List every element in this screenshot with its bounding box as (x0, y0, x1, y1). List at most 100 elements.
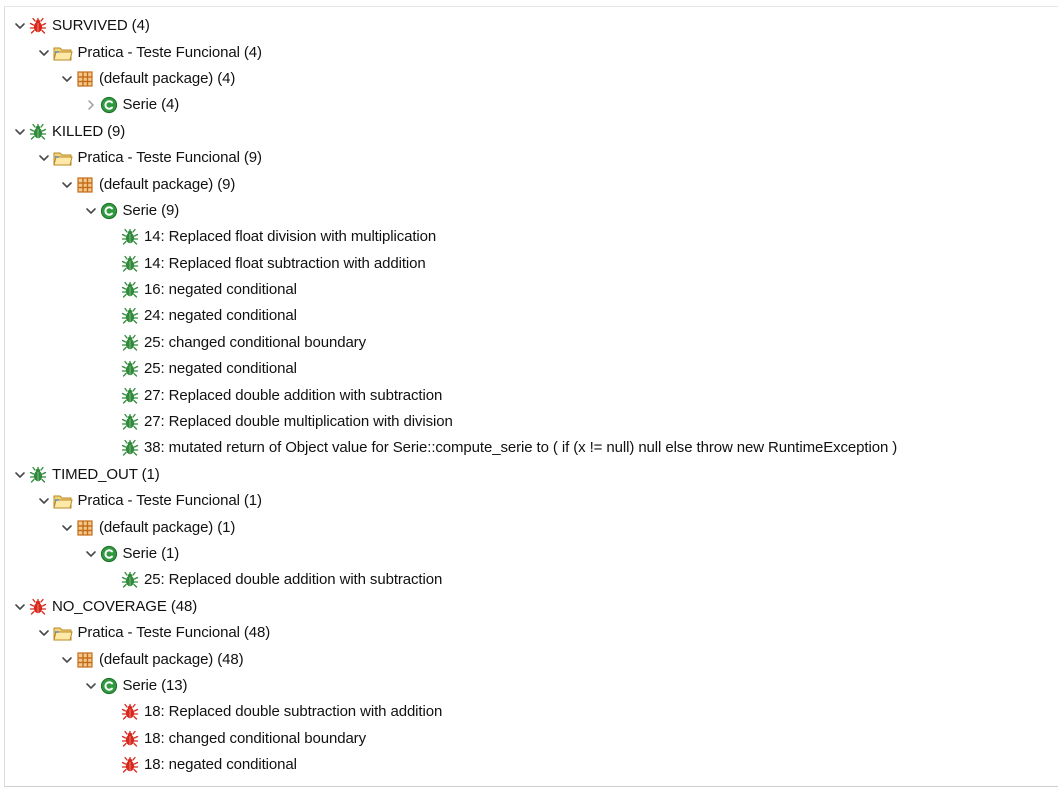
chevron-down-icon[interactable] (11, 466, 29, 484)
tree-node-label: KILLED (9) (52, 122, 126, 140)
bug-green-icon (121, 255, 139, 273)
mutation-item[interactable]: 25: changed conditional boundary (5, 330, 897, 356)
chevron-down-icon[interactable] (58, 651, 76, 669)
chevron-down-icon[interactable] (11, 123, 29, 141)
tree-node[interactable]: Serie (9) (5, 198, 897, 224)
bug-green-icon (121, 360, 139, 378)
mutation-item[interactable]: 25: Replaced double addition with subtra… (5, 567, 897, 593)
tree-node-label: NO_COVERAGE (48) (52, 597, 198, 615)
tree-node-label: 27: Replaced double addition with subtra… (144, 386, 443, 404)
tree-node-label: 25: changed conditional boundary (144, 333, 366, 351)
package-icon (76, 70, 94, 88)
tree-node[interactable]: Serie (1) (5, 541, 897, 567)
tree-node[interactable]: Pratica - Teste Funcional (4) (5, 39, 897, 65)
bug-green-icon (121, 307, 139, 325)
package-icon (76, 519, 94, 537)
bug-green-icon (121, 387, 139, 405)
tree-node-label: (default package) (48) (99, 650, 244, 668)
panel-right-fade (1018, 7, 1058, 786)
mutation-item[interactable]: 27: Replaced double addition with subtra… (5, 382, 897, 408)
chevron-down-icon[interactable] (58, 176, 76, 194)
tree-node-label: (default package) (1) (99, 518, 236, 536)
tree-node-label: (default package) (4) (99, 69, 236, 87)
mutation-item[interactable]: 14: Replaced float subtraction with addi… (5, 251, 897, 277)
tree-node-label: Pratica - Teste Funcional (9) (77, 149, 263, 167)
tree-node[interactable]: Pratica - Teste Funcional (48) (5, 620, 897, 646)
tree-node[interactable]: (default package) (9) (5, 171, 897, 197)
bug-green-icon (121, 334, 139, 352)
chevron-down-icon[interactable] (82, 202, 100, 220)
bug-green-icon (121, 439, 139, 457)
tree-node[interactable]: SURVIVED (4) (5, 13, 897, 39)
project-folder-icon (52, 492, 73, 510)
mutation-tree: SURVIVED (4) Pratica - Teste Funcional (… (5, 13, 897, 786)
chevron-down-icon[interactable] (58, 70, 76, 88)
class-icon (100, 96, 118, 114)
mutation-item[interactable]: 18: Replaced double subtraction with add… (5, 699, 897, 725)
tree-node[interactable]: TIMED_OUT (1) (5, 462, 897, 488)
chevron-right-icon[interactable] (82, 96, 100, 114)
tree-node-label: Serie (1) (122, 545, 180, 562)
tree-node-label: (default package) (9) (99, 175, 236, 193)
mutation-item[interactable]: 14: Replaced float division with multipl… (5, 224, 897, 250)
bug-green-icon (121, 571, 139, 589)
package-icon (76, 176, 94, 194)
bug-green-icon (29, 466, 47, 484)
tree-node-label: 18: changed conditional boundary (144, 729, 366, 747)
tree-node-label: 18: Replaced double subtraction with add… (144, 703, 443, 721)
chevron-down-icon[interactable] (82, 677, 100, 695)
mutation-item[interactable]: 18: negated conditional (5, 752, 897, 778)
tree-node[interactable]: (default package) (1) (5, 514, 897, 540)
tree-node-label: 24: negated conditional (144, 307, 297, 325)
chevron-down-icon[interactable] (11, 598, 29, 616)
bug-green-icon (121, 413, 139, 431)
class-icon (100, 545, 118, 563)
mutation-item[interactable]: 27: Replaced double multiplication with … (5, 409, 897, 435)
chevron-down-icon[interactable] (35, 492, 53, 510)
mutation-item[interactable]: 25: negated conditional (5, 356, 897, 382)
mutation-item[interactable]: 38: mutated return of Object value for S… (5, 435, 897, 461)
tree-node-label: 27: Replaced double multiplication with … (144, 413, 453, 431)
chevron-down-icon[interactable] (11, 17, 29, 35)
project-folder-icon (52, 149, 73, 167)
tree-node[interactable]: KILLED (9) (5, 119, 897, 145)
package-icon (76, 651, 94, 669)
tree-node-label: SURVIVED (4) (52, 17, 150, 35)
bug-red-icon (121, 756, 139, 774)
tree-node[interactable]: Serie (13) (5, 673, 897, 699)
panel-bottom-edge (5, 780, 1058, 786)
class-icon (100, 202, 118, 220)
tree-node-label: 25: negated conditional (144, 360, 297, 378)
tree-node[interactable]: Pratica - Teste Funcional (9) (5, 145, 897, 171)
mutation-item[interactable]: 18: changed conditional boundary (5, 726, 897, 752)
tree-node-label: 18: negated conditional (144, 756, 297, 774)
bug-green-icon (121, 228, 139, 246)
chevron-down-icon[interactable] (35, 624, 53, 642)
tree-node[interactable]: Pratica - Teste Funcional (1) (5, 488, 897, 514)
tree-node[interactable]: NO_COVERAGE (48) (5, 594, 897, 620)
mutation-results-tree-panel: SURVIVED (4) Pratica - Teste Funcional (… (4, 6, 1058, 787)
project-folder-icon (52, 624, 73, 642)
project-folder-icon (52, 44, 73, 62)
bug-red-icon (29, 17, 47, 35)
bug-red-icon (121, 703, 139, 721)
bug-green-icon (121, 281, 139, 299)
tree-node[interactable]: Serie (4) (5, 92, 897, 118)
tree-node-label: 25: Replaced double addition with subtra… (144, 571, 443, 589)
chevron-down-icon[interactable] (35, 44, 53, 62)
tree-node-label: Serie (13) (122, 676, 188, 694)
tree-node-label: Pratica - Teste Funcional (1) (77, 492, 263, 510)
tree-node[interactable]: (default package) (4) (5, 66, 897, 92)
tree-node-label: 14: Replaced float division with multipl… (144, 228, 437, 246)
tree-node[interactable]: (default package) (48) (5, 646, 897, 672)
bug-red-icon (29, 598, 47, 616)
chevron-down-icon[interactable] (82, 545, 100, 563)
bug-green-icon (29, 123, 47, 141)
tree-node-label: TIMED_OUT (1) (52, 465, 160, 483)
tree-node-label: Serie (4) (122, 96, 180, 114)
mutation-item[interactable]: 24: negated conditional (5, 303, 897, 329)
tree-node-label: Serie (9) (122, 201, 180, 219)
chevron-down-icon[interactable] (35, 149, 53, 167)
chevron-down-icon[interactable] (58, 519, 76, 537)
mutation-item[interactable]: 16: negated conditional (5, 277, 897, 303)
